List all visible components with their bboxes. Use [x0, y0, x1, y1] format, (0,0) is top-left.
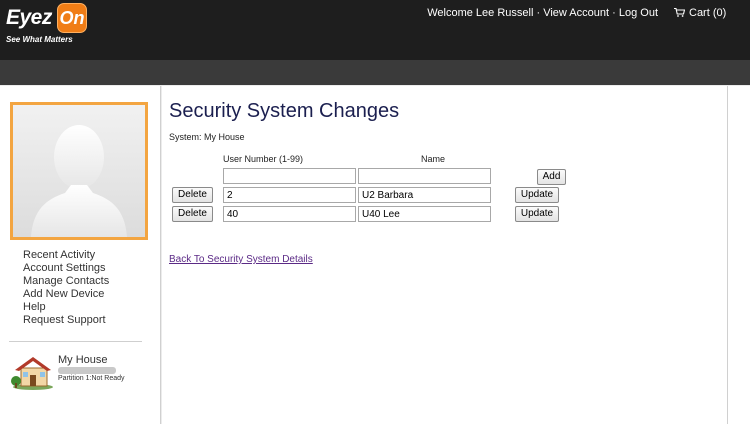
- log-out-link[interactable]: Log Out: [619, 7, 658, 19]
- new-user-number-input[interactable]: [223, 168, 356, 184]
- partition-status: Partition 1:Not Ready: [58, 375, 125, 382]
- nav-separator: ·: [536, 7, 541, 19]
- account-nav: Welcome Lee Russell · View Account · Log…: [427, 7, 658, 19]
- shopping-cart-icon: [674, 8, 685, 17]
- sidebar-item-add-new-device[interactable]: Add New Device: [23, 288, 109, 301]
- redacted-address: [58, 367, 116, 374]
- user-number-input[interactable]: [223, 187, 356, 203]
- delete-user-button[interactable]: Delete: [172, 187, 213, 203]
- page-content: Recent Activity Account Settings Manage …: [0, 86, 750, 424]
- update-user-button[interactable]: Update: [515, 206, 559, 222]
- user-number-column-header: User Number (1-99): [223, 154, 304, 164]
- sidebar-item-help[interactable]: Help: [23, 301, 109, 314]
- eyezon-logo[interactable]: Eyez On See What Matters: [4, 2, 87, 46]
- user-silhouette-icon: [31, 125, 127, 237]
- nav-separator: ·: [612, 7, 616, 19]
- logo-wordmark: Eyez: [6, 6, 52, 29]
- welcome-text: Welcome Lee Russell: [427, 7, 534, 19]
- logo-tagline: See What Matters: [6, 35, 73, 44]
- top-header-bar: Eyez On See What Matters Welcome Lee Rus…: [0, 0, 750, 60]
- sidebar-item-recent-activity[interactable]: Recent Activity: [23, 249, 109, 262]
- sidebar-menu: Recent Activity Account Settings Manage …: [23, 249, 109, 327]
- main-panel: Security System Changes System: My House…: [162, 86, 727, 424]
- view-account-link[interactable]: View Account: [543, 7, 609, 19]
- sidebar: Recent Activity Account Settings Manage …: [0, 86, 161, 424]
- add-user-button[interactable]: Add: [537, 169, 566, 185]
- sidebar-item-manage-contacts[interactable]: Manage Contacts: [23, 275, 109, 288]
- sidebar-item-account-settings[interactable]: Account Settings: [23, 262, 109, 275]
- cart-link[interactable]: Cart (0): [674, 7, 726, 19]
- right-gutter: [727, 86, 750, 424]
- update-user-button[interactable]: Update: [515, 187, 559, 203]
- house-icon[interactable]: [11, 353, 55, 391]
- sidebar-divider: [9, 341, 142, 342]
- system-label: System: My House: [169, 132, 245, 142]
- avatar[interactable]: [10, 102, 148, 240]
- cart-label: Cart (0): [689, 7, 727, 19]
- user-name-input[interactable]: [358, 206, 491, 222]
- delete-user-button[interactable]: Delete: [172, 206, 213, 222]
- logo-badge: On: [57, 3, 87, 33]
- house-name[interactable]: My House: [58, 354, 108, 366]
- name-column-header: Name: [421, 154, 446, 164]
- page-title: Security System Changes: [169, 100, 400, 122]
- sub-header-bar: [0, 60, 750, 85]
- sidebar-item-request-support[interactable]: Request Support: [23, 314, 109, 327]
- user-number-input[interactable]: [223, 206, 356, 222]
- new-user-name-input[interactable]: [358, 168, 491, 184]
- user-name-input[interactable]: [358, 187, 491, 203]
- back-to-details-link[interactable]: Back To Security System Details: [169, 254, 313, 265]
